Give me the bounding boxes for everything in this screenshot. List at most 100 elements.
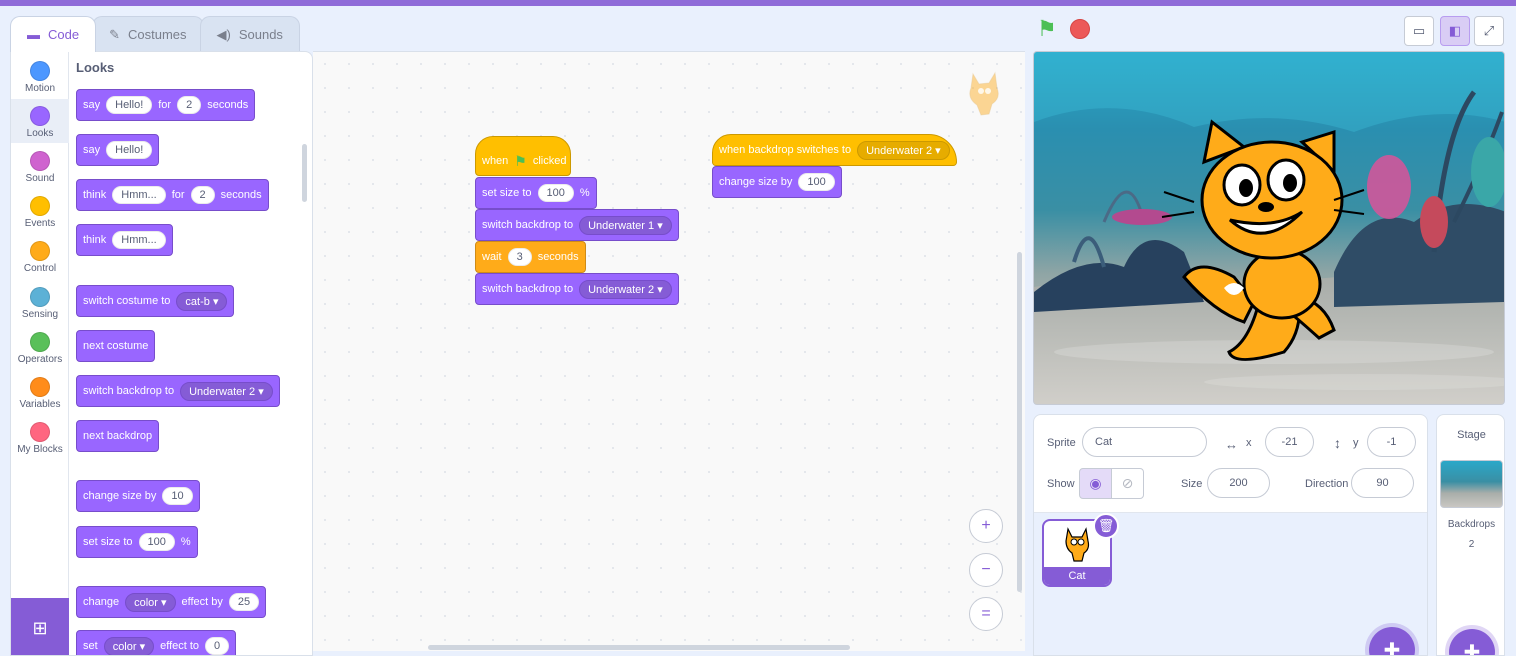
block-input[interactable]: 10 (162, 487, 193, 505)
block-set-size[interactable]: set size to 100 % (475, 177, 597, 209)
tab-costumes-label: Costumes (127, 27, 187, 42)
block-input[interactable]: 2 (190, 186, 215, 204)
backdrop-dropdown[interactable]: Underwater 2 ▾ (579, 279, 672, 299)
category-looks[interactable]: Looks (11, 99, 69, 143)
zoom-in-icon: + (981, 517, 991, 534)
variables-icon (30, 377, 50, 397)
show-visible-toggle[interactable]: ◉ (1079, 468, 1112, 499)
block-input[interactable]: Hello! (106, 96, 153, 114)
category-operators[interactable]: Operators (11, 325, 69, 369)
category-sound[interactable]: Sound (11, 144, 69, 188)
backdrop-dropdown[interactable]: Underwater 2 ▾ (180, 381, 273, 401)
x-label: x (1246, 437, 1252, 449)
block-say[interactable]: say Hello! (76, 134, 160, 166)
y-position-input[interactable]: -1 (1367, 427, 1416, 457)
costume-dropdown[interactable]: cat-b ▾ (176, 291, 228, 311)
stage-selector-panel[interactable]: Stage Backdrops 2 ✚ (1436, 414, 1505, 656)
code-icon: ▬ (27, 27, 40, 42)
block-switch-backdrop[interactable]: switch backdrop to Underwater 1 ▾ (475, 209, 679, 241)
zoom-out-button[interactable]: − (969, 553, 1003, 587)
y-label: y (1353, 437, 1359, 449)
block-set-size[interactable]: set size to 100 % (76, 526, 198, 558)
block-switch-backdrop[interactable]: switch backdrop to Underwater 2 ▾ (475, 273, 679, 305)
direction-input[interactable]: 90 (1351, 468, 1414, 498)
zoom-in-button[interactable]: + (969, 509, 1003, 543)
block-text: seconds (537, 251, 579, 263)
block-text: when (482, 155, 509, 167)
block-wait[interactable]: wait 3 seconds (475, 241, 586, 273)
block-text: seconds (207, 99, 249, 111)
block-input[interactable]: 25 (228, 593, 260, 611)
effect-dropdown[interactable]: color ▾ (125, 592, 176, 612)
block-input[interactable]: 2 (177, 96, 202, 114)
sprite-list: Cat 🗑 ✚ (1034, 513, 1427, 655)
stage-canvas[interactable] (1033, 51, 1505, 405)
category-sensing[interactable]: Sensing (11, 280, 69, 324)
small-stage-button[interactable]: ▭ (1404, 16, 1434, 46)
green-flag-button[interactable]: ⚑ (1037, 16, 1057, 42)
zoom-reset-button[interactable]: = (969, 597, 1003, 631)
block-change-size[interactable]: change size by 10 (76, 480, 200, 512)
direction-label: Direction (1305, 478, 1349, 490)
stage-thumbnail[interactable] (1440, 460, 1503, 508)
block-change-size[interactable]: change size by 100 (712, 166, 842, 198)
block-think[interactable]: think Hmm... (76, 224, 173, 256)
add-extension-button[interactable]: ⊞ (11, 598, 69, 655)
x-position-input[interactable]: -21 (1265, 427, 1314, 457)
tab-costumes[interactable]: ✎ Costumes (92, 16, 204, 52)
block-input[interactable]: 100 (138, 533, 175, 551)
backdrop-dropdown[interactable]: Underwater 1 ▾ (579, 215, 672, 235)
y-value: -1 (1386, 436, 1397, 448)
block-text: set (83, 640, 98, 652)
backdrops-count: 2 (1468, 539, 1475, 550)
block-next-backdrop[interactable]: next backdrop (76, 420, 160, 452)
effect-dropdown[interactable]: color ▾ (103, 636, 155, 655)
stop-button[interactable] (1070, 19, 1090, 39)
block-input[interactable]: 100 (798, 173, 835, 191)
choose-sprite-button[interactable]: ✚ (1369, 627, 1415, 655)
sprite-info-panel: Sprite Cat ↔ x -21 ↕ y -1 Show ◉ ⊘ Size … (1033, 414, 1428, 656)
category-control[interactable]: Control (11, 234, 69, 278)
block-when-flag-clicked[interactable]: when ⚑ clicked (475, 136, 571, 176)
block-text: set size to (482, 187, 532, 199)
category-variables[interactable]: Variables (11, 370, 69, 414)
block-input[interactable]: Hmm... (112, 186, 166, 204)
block-switch-costume[interactable]: switch costume to cat-b ▾ (76, 285, 235, 317)
normal-stage-button[interactable]: ◧ (1440, 16, 1470, 46)
block-text: change size by (719, 176, 793, 188)
size-input[interactable]: 200 (1207, 468, 1270, 498)
block-when-backdrop-switches[interactable]: when backdrop switches to Underwater 2 ▾ (712, 134, 957, 166)
block-text: say (83, 99, 101, 111)
choose-backdrop-button[interactable]: ✚ (1449, 629, 1495, 655)
palette-scrollbar[interactable] (302, 144, 307, 202)
tab-sounds[interactable]: ◀) Sounds (199, 16, 300, 52)
tab-code[interactable]: ▬ Code (10, 16, 97, 52)
block-think-for-secs[interactable]: think Hmm... for 2 seconds (76, 179, 269, 211)
block-input[interactable]: 100 (537, 184, 574, 202)
backdrop-dropdown[interactable]: Underwater 2 ▾ (857, 140, 950, 160)
speaker-icon: ◀) (216, 26, 231, 42)
dropdown-value: Underwater 2 (866, 144, 933, 157)
workspace-horizontal-scrollbar[interactable] (428, 645, 850, 650)
block-input[interactable]: Hello! (106, 141, 153, 159)
block-change-effect[interactable]: change color ▾ effect by 25 (76, 586, 267, 618)
block-next-costume[interactable]: next costume (76, 330, 156, 362)
block-input[interactable]: Hmm... (112, 231, 166, 249)
delete-sprite-button[interactable]: 🗑 (1093, 513, 1119, 539)
category-my-blocks[interactable]: My Blocks (11, 415, 69, 459)
block-set-effect[interactable]: set color ▾ effect to 0 (76, 630, 237, 655)
extension-icon: ⊞ (32, 617, 48, 638)
block-input[interactable]: 0 (205, 637, 230, 655)
block-say-for-secs[interactable]: say Hello! for 2 seconds (76, 89, 256, 121)
workspace-vertical-scrollbar[interactable] (1017, 252, 1022, 592)
fullscreen-button[interactable]: ⤢ (1474, 16, 1504, 46)
category-events[interactable]: Events (11, 189, 69, 233)
sprite-name-input[interactable]: Cat (1082, 427, 1207, 457)
show-hidden-toggle[interactable]: ⊘ (1111, 468, 1144, 499)
block-switch-backdrop[interactable]: switch backdrop to Underwater 2 ▾ (76, 375, 280, 407)
block-input[interactable]: 3 (507, 248, 532, 266)
code-workspace[interactable]: when ⚑ clicked set size to 100 % switch … (313, 51, 1025, 651)
green-flag-icon: ⚑ (514, 152, 527, 169)
category-motion[interactable]: Motion (11, 54, 69, 98)
eye-slash-icon: ⊘ (1121, 475, 1134, 491)
